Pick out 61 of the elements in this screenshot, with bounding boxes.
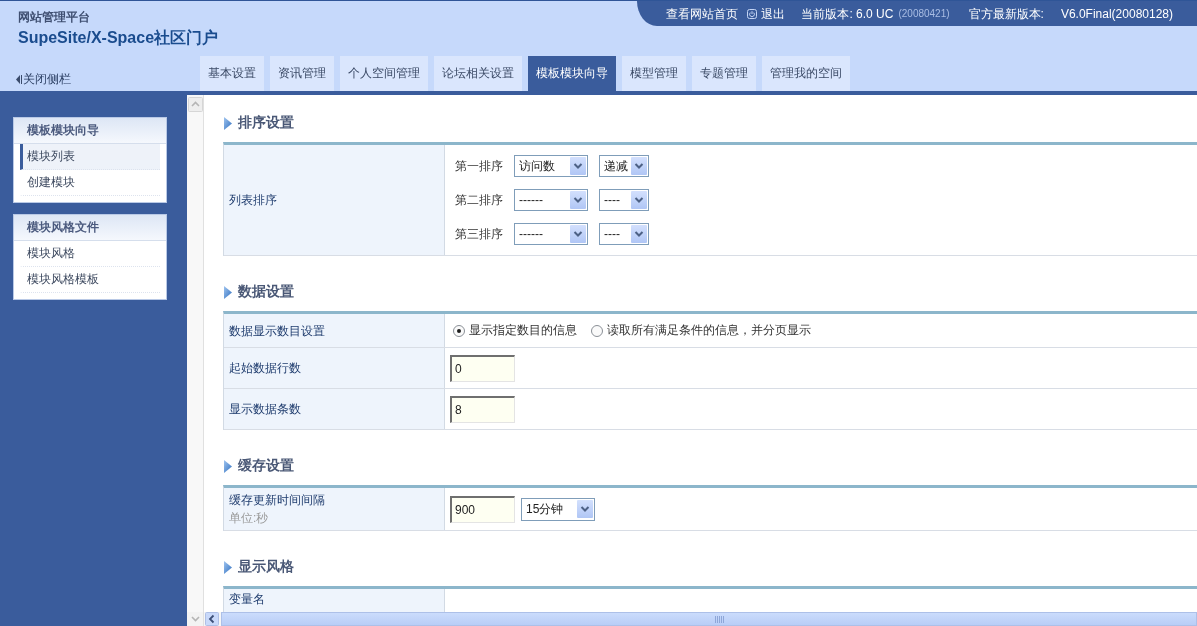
- close-sidebar-link[interactable]: 关闭侧栏: [16, 72, 71, 86]
- radio-option-label: 读取所有满足条件的信息，并分页显示: [607, 322, 811, 339]
- panel-title: 模板模块向导: [14, 118, 166, 144]
- nav-tab[interactable]: 管理我的空间: [762, 56, 850, 91]
- field-label: 数据显示数目设置: [229, 322, 325, 340]
- interval-select[interactable]: 15分钟: [521, 497, 595, 521]
- nav-tab[interactable]: 论坛相关设置: [434, 56, 522, 91]
- site-subtitle: 网站管理平台: [18, 10, 90, 24]
- grip-icon: [714, 615, 724, 623]
- latest-version-text: V6.0Final(20080128): [1060, 6, 1173, 21]
- latest-version-label: 官方最新版本:: [968, 6, 1044, 21]
- triangle-right-icon: [224, 116, 232, 130]
- sort-field-select[interactable]: ------: [514, 223, 588, 245]
- current-version-text: 当前版本: 6.0 UC: [801, 6, 894, 21]
- radio-option-label: 显示指定数目的信息: [469, 322, 577, 339]
- site-title: SupeSite/X-Space社区门户: [18, 28, 219, 48]
- scroll-up-button[interactable]: [187, 97, 203, 112]
- build-date-text: (20080421): [898, 8, 950, 19]
- section-title: 缓存设置: [238, 457, 294, 475]
- field-label: 缓存更新时间间隔: [229, 492, 325, 509]
- home-link[interactable]: 查看网站首页: [666, 6, 739, 21]
- sidebar-item[interactable]: 模块风格模板: [20, 267, 160, 293]
- field-label: 变量名: [229, 591, 265, 608]
- nav-tab[interactable]: 个人空间管理: [340, 56, 428, 91]
- power-icon: [747, 8, 758, 19]
- field-label: 起始数据行数: [229, 360, 301, 377]
- sort-label: 第三排序: [455, 225, 503, 243]
- sidebar-item[interactable]: 创建模块: [20, 170, 160, 196]
- nav-tab[interactable]: 基本设置: [200, 56, 264, 91]
- triangle-right-icon: [224, 459, 232, 473]
- input-field[interactable]: 0: [450, 354, 515, 382]
- sort-order-select[interactable]: ----: [599, 223, 649, 245]
- sort-field-select[interactable]: ------: [514, 189, 588, 211]
- scroll-left-button[interactable]: [205, 612, 219, 626]
- sort-field-select[interactable]: 访问数: [514, 155, 588, 177]
- field-label: 显示数据条数: [229, 401, 301, 418]
- nav-tab[interactable]: 资讯管理: [270, 56, 334, 91]
- section-title: 排序设置: [238, 114, 294, 132]
- nav-tab[interactable]: 模型管理: [622, 56, 686, 91]
- input-field[interactable]: 8: [450, 395, 515, 423]
- radio-button[interactable]: [591, 324, 603, 337]
- field-label: 列表排序: [229, 192, 277, 209]
- sort-order-select[interactable]: ----: [599, 189, 649, 211]
- chevron-down-icon: [190, 616, 200, 622]
- triangle-right-icon: [224, 285, 232, 299]
- logout-link[interactable]: 退出: [747, 6, 786, 21]
- section-title: 数据设置: [238, 283, 294, 301]
- section-title: 显示风格: [238, 558, 294, 576]
- radio-button[interactable]: [453, 324, 465, 337]
- sort-order-select[interactable]: 递减: [599, 155, 649, 177]
- sort-label: 第二排序: [455, 191, 503, 209]
- triangle-right-icon: [224, 560, 232, 574]
- hint-text: 单位:秒: [229, 510, 269, 527]
- sidebar-item[interactable]: 模块风格: [20, 241, 160, 267]
- nav-tab[interactable]: 专题管理: [692, 56, 756, 91]
- triangle-left-icon: [16, 74, 22, 84]
- panel-title: 模块风格文件: [14, 215, 166, 241]
- nav-tab[interactable]: 模板模块向导: [528, 56, 616, 91]
- input-field[interactable]: 900: [450, 495, 515, 523]
- sort-label: 第一排序: [455, 157, 503, 175]
- sidebar-item[interactable]: 模块列表: [20, 144, 160, 170]
